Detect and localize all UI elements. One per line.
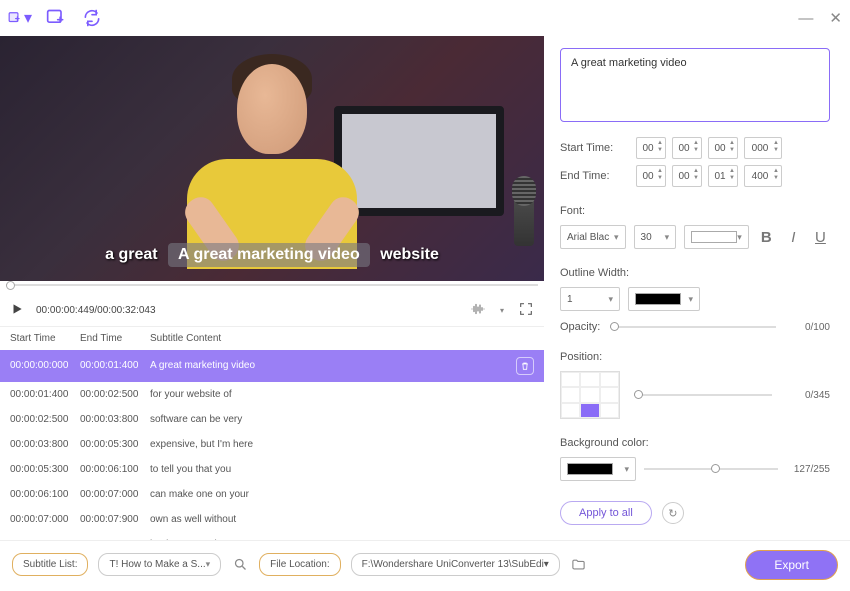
bold-button[interactable]: B	[757, 227, 776, 247]
position-value: 0/345	[786, 390, 830, 401]
end-time-label: End Time:	[560, 170, 630, 182]
subtitle-overlay: a great A great marketing video website	[0, 243, 544, 267]
footer: Subtitle List: T! How to Make a S...▾ Fi…	[0, 540, 850, 588]
left-pane: a great A great marketing video website …	[0, 36, 544, 540]
chevron-down-icon[interactable]: ▾	[24, 14, 32, 22]
table-row[interactable]: 00:00:03:80000:00:05:300expensive, but I…	[0, 432, 544, 457]
subtitle-list-select[interactable]: T! How to Make a S...▾	[98, 553, 221, 576]
start-ss[interactable]: 00▲▼	[708, 137, 738, 159]
table-row[interactable]: 00:00:02:50000:00:03:800software can be …	[0, 407, 544, 432]
position-grid[interactable]	[560, 371, 620, 419]
table-row[interactable]: 00:00:00:00000:00:01:400A great marketin…	[0, 350, 544, 382]
table-header: Start Time End Time Subtitle Content	[0, 326, 544, 350]
subtitle-table[interactable]: 00:00:00:00000:00:01:400A great marketin…	[0, 350, 544, 540]
toolbar-icons: ▾	[8, 7, 104, 29]
video-preview[interactable]: a great A great marketing video website	[0, 36, 544, 281]
reset-icon[interactable]: ↻	[662, 502, 684, 524]
table-row[interactable]: 00:00:05:30000:00:06:100to tell you that…	[0, 457, 544, 482]
font-label: Font:	[560, 205, 830, 217]
position-label: Position:	[560, 351, 830, 363]
opacity-slider[interactable]	[610, 326, 776, 328]
play-button[interactable]	[10, 302, 24, 319]
start-mm[interactable]: 00▲▼	[672, 137, 702, 159]
font-name-select[interactable]: Arial Blac▾	[560, 225, 626, 249]
export-button[interactable]: Export	[745, 550, 838, 580]
minimize-button[interactable]: —	[798, 11, 813, 26]
reload-button[interactable]	[80, 7, 104, 29]
search-icon[interactable]	[231, 556, 249, 574]
playbar: 00:00:00:449/00:00:32:043 ▾	[0, 294, 544, 325]
apply-all-button[interactable]: Apply to all	[560, 501, 652, 525]
delete-icon[interactable]	[516, 357, 534, 375]
subtitle-list-label: Subtitle List:	[12, 553, 88, 576]
opacity-label: Opacity:	[560, 321, 600, 333]
file-location-field[interactable]: F:\Wondershare UniConverter 13\SubEdi▾	[351, 553, 560, 576]
file-location-label: File Location:	[259, 553, 340, 576]
playback-time: 00:00:00:449/00:00:32:043	[36, 305, 156, 316]
right-pane: Start Time: 00▲▼ 00▲▼ 00▲▼ 000▲▼ End Tim…	[544, 36, 850, 540]
waveform-icon[interactable]	[470, 301, 486, 320]
start-hh[interactable]: 00▲▼	[636, 137, 666, 159]
end-hh[interactable]: 00▲▼	[636, 165, 666, 187]
col-content-header: Subtitle Content	[150, 333, 534, 344]
fullscreen-icon[interactable]	[518, 301, 534, 320]
underline-button[interactable]: U	[811, 227, 830, 247]
table-row[interactable]: 00:00:07:90000:00:09:200having expensive…	[0, 532, 544, 540]
bg-color-label: Background color:	[560, 437, 830, 449]
col-start-header: Start Time	[10, 333, 80, 344]
scrub-bar[interactable]	[0, 281, 544, 295]
table-row[interactable]: 00:00:06:10000:00:07:000can make one on …	[0, 482, 544, 507]
outline-color-select[interactable]: ▾	[628, 287, 700, 311]
main: a great A great marketing video website …	[0, 36, 850, 540]
end-mm[interactable]: 00▲▼	[672, 165, 702, 187]
col-end-header: End Time	[80, 333, 150, 344]
bg-color-select[interactable]: ▾	[560, 457, 636, 481]
outline-label: Outline Width:	[560, 267, 830, 279]
titlebar: ▾ — ✕	[0, 0, 850, 36]
bg-opacity-value: 127/255	[786, 464, 830, 475]
font-color-select[interactable]: ▾	[684, 225, 749, 249]
start-time-label: Start Time:	[560, 142, 630, 154]
subtitle-text-input[interactable]	[560, 48, 830, 122]
add-media-button[interactable]: ▾	[8, 7, 32, 29]
end-ss[interactable]: 01▲▼	[708, 165, 738, 187]
bg-opacity-slider[interactable]	[644, 468, 778, 470]
table-row[interactable]: 00:00:07:00000:00:07:900own as well with…	[0, 507, 544, 532]
position-slider[interactable]	[634, 394, 772, 396]
add-text-button[interactable]	[44, 7, 68, 29]
outline-width-select[interactable]: 1▾	[560, 287, 620, 311]
font-size-select[interactable]: 30▾	[634, 225, 677, 249]
table-row[interactable]: 00:00:01:40000:00:02:500for your website…	[0, 382, 544, 407]
window-controls: — ✕	[798, 11, 842, 26]
close-button[interactable]: ✕	[829, 11, 842, 26]
opacity-value: 0/100	[786, 322, 830, 333]
start-ms[interactable]: 000▲▼	[744, 137, 782, 159]
folder-icon[interactable]	[570, 556, 588, 574]
end-ms[interactable]: 400▲▼	[744, 165, 782, 187]
italic-button[interactable]: I	[784, 227, 803, 247]
